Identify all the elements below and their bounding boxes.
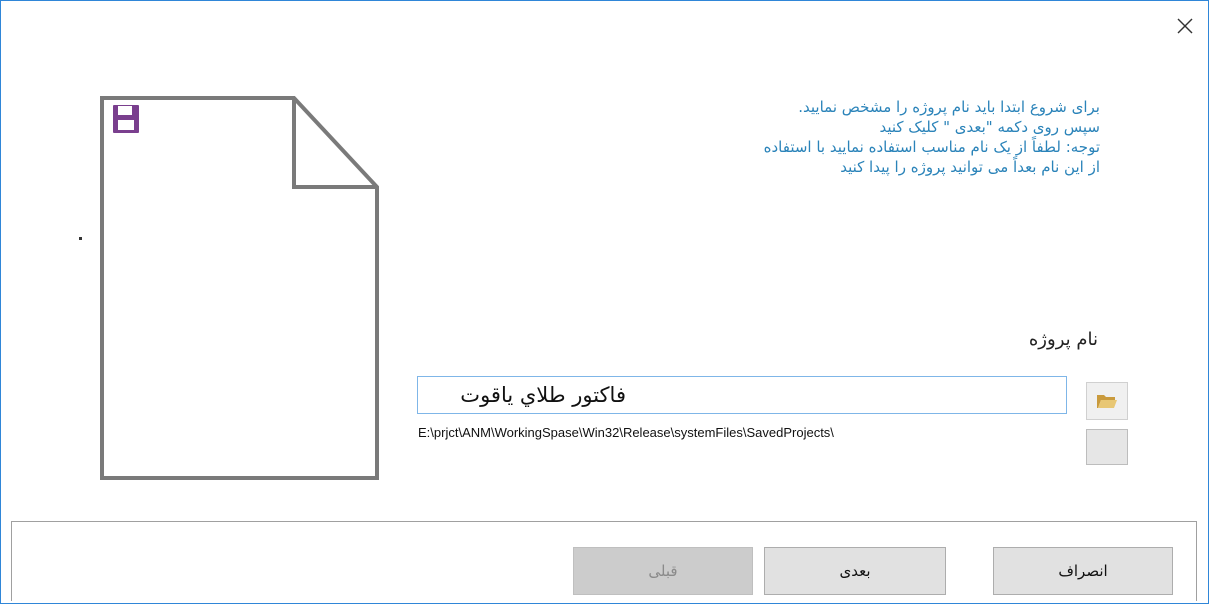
project-name-label: نام پروژه [1028,329,1098,350]
cancel-button[interactable]: انصراف [993,547,1173,595]
next-button[interactable]: بعدی [764,547,946,595]
floppy-disk-icon [113,105,139,133]
previous-button[interactable]: قبلی [573,547,753,595]
instruction-line: از این نام بعداً می توانید پروژه را پیدا… [840,158,1100,176]
instruction-line: برای شروع ابتدا باید نام پروژه را مشخص ن… [798,98,1100,116]
new-project-dialog: برای شروع ابتدا باید نام پروژه را مشخص ن… [0,0,1209,604]
instruction-line: توجه: لطفاً از یک نام مناسب استفاده نمای… [763,138,1100,156]
save-path-text: E:\prjct\ANM\WorkingSpase\Win32\Release\… [418,425,834,440]
close-icon [1177,18,1193,34]
close-button[interactable] [1172,13,1198,39]
instruction-line: سپس روی دکمه "بعدی " کلیک کنید [879,118,1100,136]
project-name-input[interactable] [417,376,1067,414]
instructions-text: برای شروع ابتدا باید نام پروژه را مشخص ن… [580,97,1100,177]
blank-button[interactable] [1086,429,1128,465]
browse-folder-button[interactable] [1086,382,1128,420]
folder-open-icon [1097,395,1117,408]
document-illustration [100,96,379,480]
stray-mark [79,237,82,240]
